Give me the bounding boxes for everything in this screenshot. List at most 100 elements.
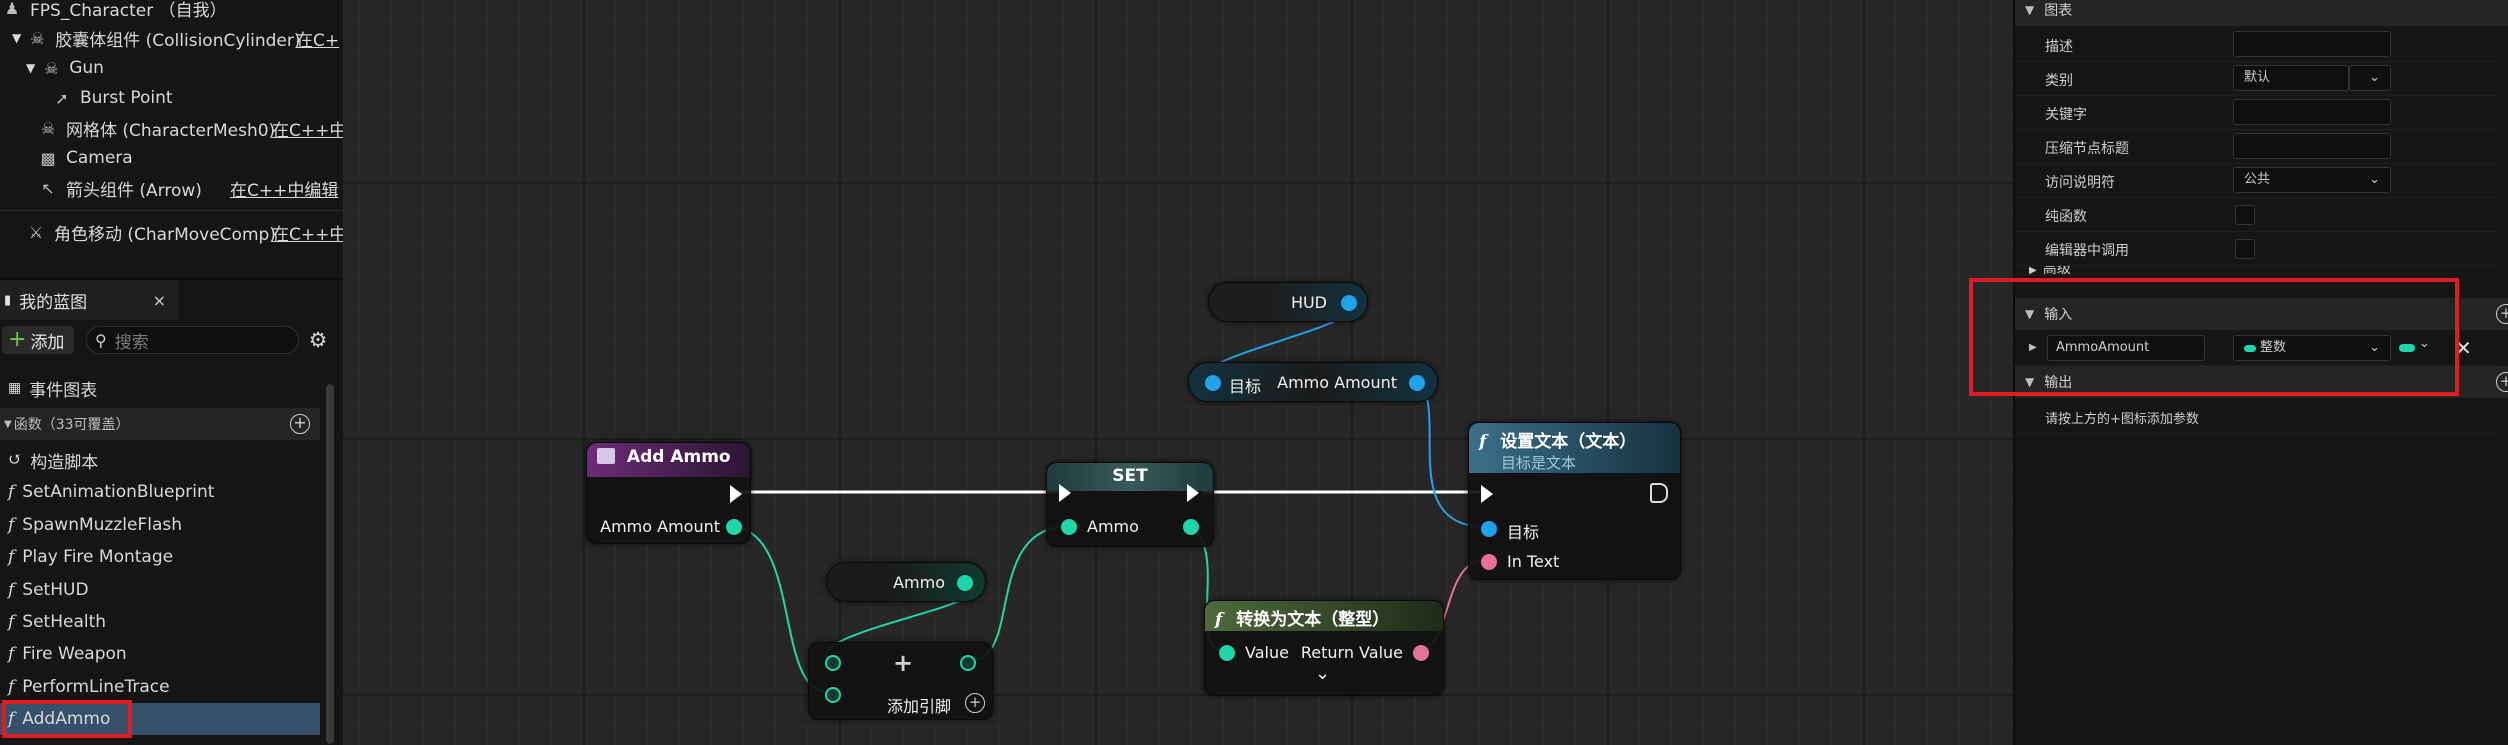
graph-icon: ▦ [8, 380, 22, 396]
access-specifier-dropdown[interactable]: 公共 ⌄ [2233, 167, 2391, 193]
edit-in-cpp-link[interactable]: 在C++中编辑 [230, 174, 338, 202]
exec-input-pin[interactable] [1481, 485, 1493, 503]
component-item-movement[interactable]: ⚔ 角色移动 (CharMoveComp) [26, 218, 276, 246]
edit-in-cpp-link[interactable]: 在C++中 [272, 114, 346, 142]
pure-checkbox[interactable] [2235, 205, 2255, 225]
list-item[interactable]: f Fire Weapon [0, 638, 320, 670]
outputs-hint: 请按上方的+图标添加参数 [2045, 412, 2199, 427]
target-input-pin[interactable] [1481, 521, 1497, 537]
call-in-editor-checkbox[interactable] [2235, 239, 2255, 259]
value-input-pin[interactable] [1219, 645, 1235, 661]
blueprint-graph[interactable]: HUD 目标 Ammo Amount Add Ammo Ammo Amount … [343, 0, 2013, 745]
search-input[interactable]: ⚲ 搜索 [86, 326, 299, 354]
scrollbar[interactable] [326, 384, 334, 744]
component-item-mesh[interactable]: ☠ 网格体 (CharacterMesh0) [38, 114, 275, 142]
function-icon: f [8, 515, 15, 535]
component-item-collision[interactable]: ▼ ☠ 胶囊体组件 (CollisionCylinder) [12, 24, 301, 52]
category-combo[interactable]: 默认 [2233, 65, 2349, 91]
expand-arrow-icon[interactable]: ▼ [26, 61, 35, 75]
add-button-label: 添加 [30, 332, 65, 353]
target-input-pin[interactable] [1205, 375, 1221, 391]
ammo-amount-get-node[interactable]: 目标 Ammo Amount [1188, 362, 1438, 402]
edit-in-cpp-link[interactable]: 在C+ [296, 24, 339, 52]
component-label: 箭头组件 (Arrow) [66, 180, 202, 201]
expand-arrow-icon: ▶ [2029, 266, 2037, 276]
list-item[interactable]: f Play Fire Montage [0, 541, 320, 573]
divider [0, 210, 343, 211]
list-item[interactable]: f SetHealth [0, 606, 320, 638]
ammo-output-pin[interactable] [1183, 519, 1199, 535]
search-icon: ⚲ [95, 330, 107, 350]
function-label: SetHUD [22, 580, 89, 600]
ammo-output-pin[interactable] [957, 575, 973, 591]
set-node[interactable]: SET Ammo [1046, 462, 1214, 547]
expand-arrow-icon[interactable]: ▼ [12, 31, 21, 45]
edit-in-cpp-link[interactable]: 在C++中 [272, 218, 346, 246]
functions-category[interactable]: ▼ 函数（33可覆盖） + [0, 408, 320, 440]
node-title: 转换为文本（整型） [1236, 610, 1390, 630]
ammo-label: Ammo [893, 573, 945, 592]
component-item-camera[interactable]: ▩ Camera [38, 144, 133, 172]
list-item[interactable]: f SpawnMuzzleFlash [0, 509, 320, 541]
add-math-node[interactable]: + 添加引脚 + [808, 642, 993, 720]
component-root[interactable]: ♟ FPS_Character （自我） [2, 0, 227, 22]
a-input-pin[interactable] [825, 655, 841, 671]
category-dropdown[interactable]: ⌄ [2349, 65, 2391, 91]
function-label: Play Fire Montage [22, 547, 174, 567]
add-function-icon[interactable]: + [290, 414, 310, 434]
add-ammo-entry-node[interactable]: Add Ammo Ammo Amount [586, 442, 751, 544]
graph-category[interactable]: ▼ 图表 [2015, 0, 2508, 26]
tab-my-blueprint[interactable]: ▮ 我的蓝图 × [0, 280, 178, 320]
expand-chevron-icon[interactable]: ⌄ [1315, 663, 1330, 684]
component-item-burst-point[interactable]: ➚ Burst Point [52, 84, 173, 112]
skeletal-mesh-icon: ☠ [40, 118, 56, 138]
list-item[interactable]: f SetAnimationBlueprint [0, 476, 320, 508]
exec-output-pin[interactable] [730, 485, 742, 503]
compact-title-row: 压缩节点标题 [2015, 130, 2495, 164]
gear-icon[interactable]: ⚙ [306, 328, 330, 352]
compact-title-field[interactable] [2233, 133, 2391, 159]
component-item-gun[interactable]: ▼ ☠ Gun [26, 54, 104, 82]
component-item-arrow[interactable]: ↖ 箭头组件 (Arrow) [38, 174, 202, 202]
add-input-icon[interactable]: + [2496, 304, 2508, 324]
list-item[interactable]: f SetHUD [0, 574, 320, 606]
collapse-arrow-icon[interactable]: ▼ [4, 419, 12, 430]
add-output-icon[interactable]: + [2496, 372, 2508, 392]
scene-component-icon: ➚ [55, 88, 69, 108]
outputs-hint-row: 请按上方的+图标添加参数 [2015, 400, 2495, 434]
camera-icon: ▩ [40, 148, 56, 168]
component-label: Burst Point [80, 88, 173, 108]
function-icon: f [1479, 432, 1487, 452]
hud-output-pin[interactable] [1341, 295, 1357, 311]
exec-output-pin[interactable] [1650, 483, 1668, 503]
description-field[interactable] [2233, 31, 2391, 57]
highlight-box [2, 700, 132, 738]
add-button[interactable]: + 添加 [2, 326, 74, 354]
in-text-input-pin[interactable] [1481, 554, 1497, 570]
exec-input-pin[interactable] [1059, 484, 1071, 502]
row-label: 描述 [2045, 39, 2073, 55]
return-value-output-pin[interactable] [1413, 645, 1429, 661]
close-icon[interactable]: × [153, 291, 166, 310]
ammo-variable-node[interactable]: Ammo [826, 562, 986, 602]
b-input-pin[interactable] [825, 687, 841, 703]
to-text-node[interactable]: f 转换为文本（整型） Value Return Value ⌄ [1204, 600, 1444, 696]
ammo-amount-output-pin[interactable] [1409, 375, 1425, 391]
chevron-down-icon: ⌄ [2369, 70, 2380, 85]
component-label: Camera [66, 148, 133, 168]
my-blueprint-panel: ▮ 我的蓝图 × + 添加 ⚲ 搜索 ⚙ ▦ 事件图表 ▼ 函数（33可覆盖） … [0, 278, 343, 745]
list-item[interactable]: f PerformLineTrace [0, 671, 320, 703]
category-row: 类别 默认 ⌄ [2015, 62, 2495, 96]
list-item[interactable]: ↺ 构造脚本 [0, 444, 320, 476]
exec-output-pin[interactable] [1187, 484, 1199, 502]
collapse-arrow-icon[interactable]: ▼ [2025, 3, 2034, 17]
hud-variable-node[interactable]: HUD [1208, 282, 1368, 322]
set-text-node[interactable]: f 设置文本（文本） 目标是文本 目标 In Text [1468, 422, 1681, 580]
add-pin-icon[interactable]: + [965, 693, 985, 713]
add-pin-label[interactable]: 添加引脚 [887, 693, 951, 717]
ammo-amount-output-pin[interactable] [726, 519, 742, 535]
event-graph-item[interactable]: ▦ 事件图表 [0, 372, 320, 404]
keywords-field[interactable] [2233, 99, 2391, 125]
ammo-input-pin[interactable] [1061, 519, 1077, 535]
result-output-pin[interactable] [960, 655, 976, 671]
